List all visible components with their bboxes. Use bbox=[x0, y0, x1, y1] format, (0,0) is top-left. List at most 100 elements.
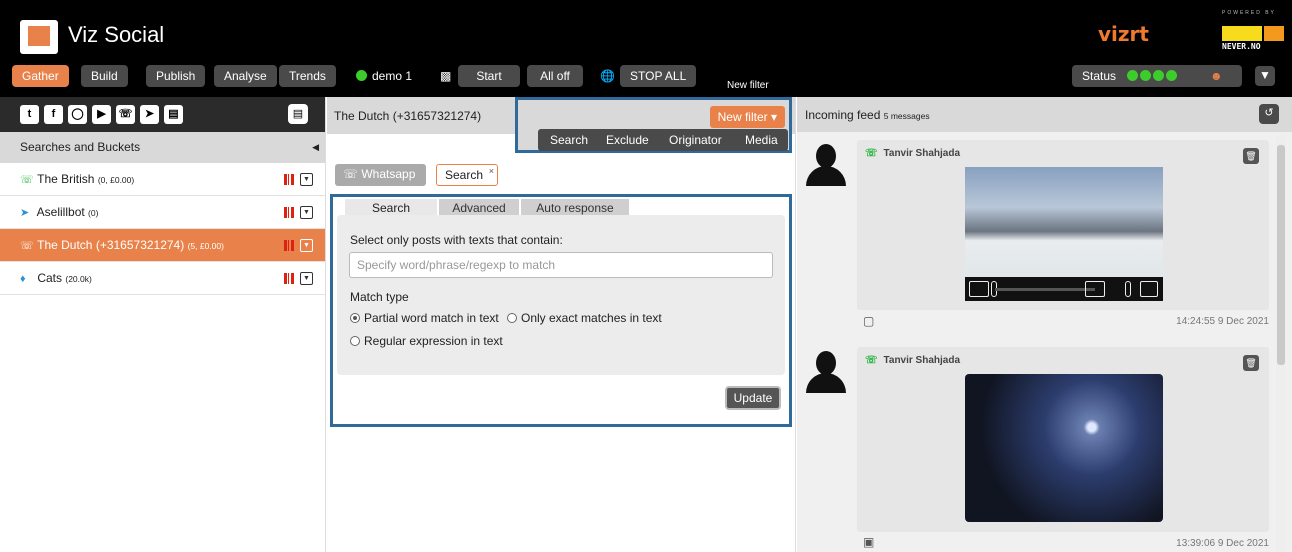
tab-build[interactable]: Build bbox=[81, 65, 128, 87]
sidebar-item-meta: (5, £0.00) bbox=[187, 241, 224, 251]
bucket-icon[interactable]: ▤ bbox=[288, 104, 308, 124]
sidebar-item-aselillbot[interactable]: ➤ Aselillbot (0) ▼ bbox=[0, 196, 325, 229]
social-icons-bar: t f ◯ ▶ ☏ ➤ ▤ ▤ bbox=[0, 97, 325, 132]
sidebar-header[interactable]: Searches and Buckets ◀ bbox=[0, 132, 325, 163]
facebook-icon[interactable]: f bbox=[44, 105, 63, 124]
sidebar-item-the-dutch[interactable]: ☏ The Dutch (+31657321274) (5, £0.00) ▼ bbox=[0, 229, 325, 262]
feed-count: 5 messages bbox=[883, 111, 930, 121]
top-bar: Viz Social vizrt POWERED BY NEVER.NO Gat… bbox=[0, 0, 1292, 97]
all-off-button[interactable]: All off bbox=[527, 65, 583, 87]
pause-icon[interactable] bbox=[284, 174, 294, 185]
post-timestamp: 14:24:55 9 Dec 2021 bbox=[1176, 316, 1269, 327]
radio-regex[interactable]: Regular expression in text bbox=[350, 334, 503, 348]
partner-logo-text: NEVER.NO bbox=[1222, 42, 1261, 51]
filter-toolbar: New filter ▾ Search Exclude Originator M… bbox=[515, 97, 792, 153]
post-image[interactable] bbox=[965, 374, 1163, 522]
sidebar-item-label: Cats bbox=[37, 271, 63, 285]
video-icon: ▢ bbox=[863, 314, 875, 328]
sidebar-item-the-british[interactable]: ☏ The British (0, £0.00) ▼ bbox=[0, 163, 325, 196]
sidebar-item-meta: (0, £0.00) bbox=[97, 175, 135, 185]
globe-icon[interactable]: 🌐 bbox=[600, 69, 615, 83]
sidebar-item-cats[interactable]: ♦ Cats (20.0k) ▼ bbox=[0, 262, 325, 295]
volume-icon[interactable] bbox=[1085, 281, 1105, 297]
search-title: The Dutch (+31657321274) bbox=[334, 109, 482, 123]
close-icon[interactable]: × bbox=[489, 161, 494, 181]
collapse-icon[interactable]: ◀ bbox=[312, 132, 319, 163]
trash-icon[interactable]: 🗑 bbox=[1243, 355, 1259, 371]
stop-all-button[interactable]: STOP ALL bbox=[620, 65, 697, 87]
tab-analyse[interactable]: Analyse bbox=[214, 65, 277, 87]
pause-icon[interactable] bbox=[284, 207, 294, 218]
search-form: Select only posts with texts that contai… bbox=[337, 215, 785, 375]
match-type-label: Match type bbox=[350, 290, 409, 304]
chevron-down-icon[interactable]: ▼ bbox=[300, 272, 313, 285]
whatsapp-icon: ☏ bbox=[20, 174, 34, 186]
filter-tab-originator[interactable]: Originator bbox=[669, 129, 722, 151]
filter-tab-exclude[interactable]: Exclude bbox=[606, 129, 649, 151]
new-filter-label: New filter bbox=[717, 110, 768, 124]
tab-publish[interactable]: Publish bbox=[146, 65, 206, 87]
search-pattern-input[interactable] bbox=[349, 252, 773, 278]
rss-icon[interactable]: ▤ bbox=[164, 105, 183, 124]
pause-icon[interactable] bbox=[284, 273, 294, 284]
radio-exact-match[interactable]: Only exact matches in text bbox=[507, 311, 662, 325]
image-icon: ▣ bbox=[863, 535, 875, 549]
tab-trends[interactable]: Trends bbox=[279, 65, 336, 87]
feed-post[interactable]: ☏ Tanvir Shahjada 🗑 bbox=[857, 140, 1269, 310]
feed-scrollbar[interactable] bbox=[1276, 135, 1286, 552]
sidebar-item-label: The British bbox=[37, 172, 95, 186]
app-logo-icon bbox=[20, 20, 58, 54]
filter-tab-search[interactable]: Search bbox=[550, 129, 588, 151]
post-author: Tanvir Shahjada bbox=[883, 355, 961, 366]
menu-dropdown-icon[interactable]: ▼ bbox=[1255, 66, 1275, 86]
twitter-icon[interactable]: t bbox=[20, 105, 39, 124]
new-filter-button[interactable]: New filter ▾ bbox=[709, 106, 785, 128]
document-icon[interactable]: ▩ bbox=[440, 69, 451, 83]
whatsapp-icon[interactable]: ☏ bbox=[116, 105, 135, 124]
video-controls bbox=[965, 277, 1163, 301]
whatsapp-icon: ☏ bbox=[865, 355, 878, 366]
pause-icon[interactable] bbox=[284, 240, 294, 251]
trash-icon[interactable]: 🗑 bbox=[1243, 148, 1259, 164]
twitter-icon: ♦ bbox=[20, 273, 26, 285]
feed-post[interactable]: ☏ Tanvir Shahjada 🗑 bbox=[857, 347, 1269, 532]
chevron-down-icon[interactable]: ▼ bbox=[300, 206, 313, 219]
instruction-text: Select only posts with texts that contai… bbox=[350, 233, 563, 247]
filter-tab-media[interactable]: Media bbox=[745, 129, 778, 151]
radio-icon bbox=[350, 336, 360, 346]
status-dot-icon bbox=[1153, 70, 1165, 81]
volume-handle[interactable] bbox=[1125, 281, 1131, 297]
filter-tabs: Search Exclude Originator Media bbox=[538, 129, 788, 151]
powered-by-text: POWERED BY bbox=[1222, 10, 1276, 16]
user-icon[interactable]: ☻ bbox=[1210, 65, 1223, 87]
radio-partial-match[interactable]: Partial word match in text bbox=[350, 311, 499, 325]
demo-label: demo 1 bbox=[372, 69, 413, 83]
play-icon[interactable] bbox=[969, 281, 989, 297]
update-button[interactable]: Update bbox=[725, 386, 781, 410]
youtube-icon[interactable]: ▶ bbox=[92, 105, 111, 124]
sidebar-item-meta: (0) bbox=[88, 208, 99, 218]
whatsapp-icon: ☏ bbox=[343, 167, 359, 181]
instagram-icon[interactable]: ◯ bbox=[68, 105, 87, 124]
sidebar: t f ◯ ▶ ☏ ➤ ▤ ▤ Searches and Buckets ◀ ☏… bbox=[0, 97, 326, 552]
chevron-down-icon[interactable]: ▼ bbox=[300, 239, 313, 252]
demo-indicator[interactable]: demo 1 bbox=[352, 65, 416, 87]
tab-gather[interactable]: Gather bbox=[12, 65, 69, 87]
chevron-down-icon[interactable]: ▼ bbox=[300, 173, 313, 186]
post-video[interactable] bbox=[965, 167, 1163, 301]
history-icon[interactable]: ↺ bbox=[1259, 104, 1279, 124]
status-dot-icon bbox=[1127, 70, 1139, 81]
status-indicator[interactable]: Status ☻ bbox=[1072, 65, 1242, 87]
vendor-logo: vizrt bbox=[1098, 22, 1149, 46]
sidebar-item-label: The Dutch (+31657321274) bbox=[37, 238, 185, 252]
start-button[interactable]: Start bbox=[458, 65, 520, 87]
avatar bbox=[803, 142, 849, 188]
feed-header: Incoming feed 5 messages ↺ bbox=[797, 97, 1292, 132]
tag-whatsapp[interactable]: ☏ Whatsapp bbox=[335, 164, 426, 186]
status-dot-icon bbox=[1140, 70, 1152, 81]
incoming-feed: Incoming feed 5 messages ↺ ☏ Tanvir Shahj… bbox=[797, 97, 1292, 552]
tag-search[interactable]: Search × bbox=[436, 164, 498, 186]
telegram-icon[interactable]: ➤ bbox=[140, 105, 159, 124]
fullscreen-icon[interactable] bbox=[1140, 281, 1158, 297]
tag-label: Whatsapp bbox=[361, 167, 416, 181]
